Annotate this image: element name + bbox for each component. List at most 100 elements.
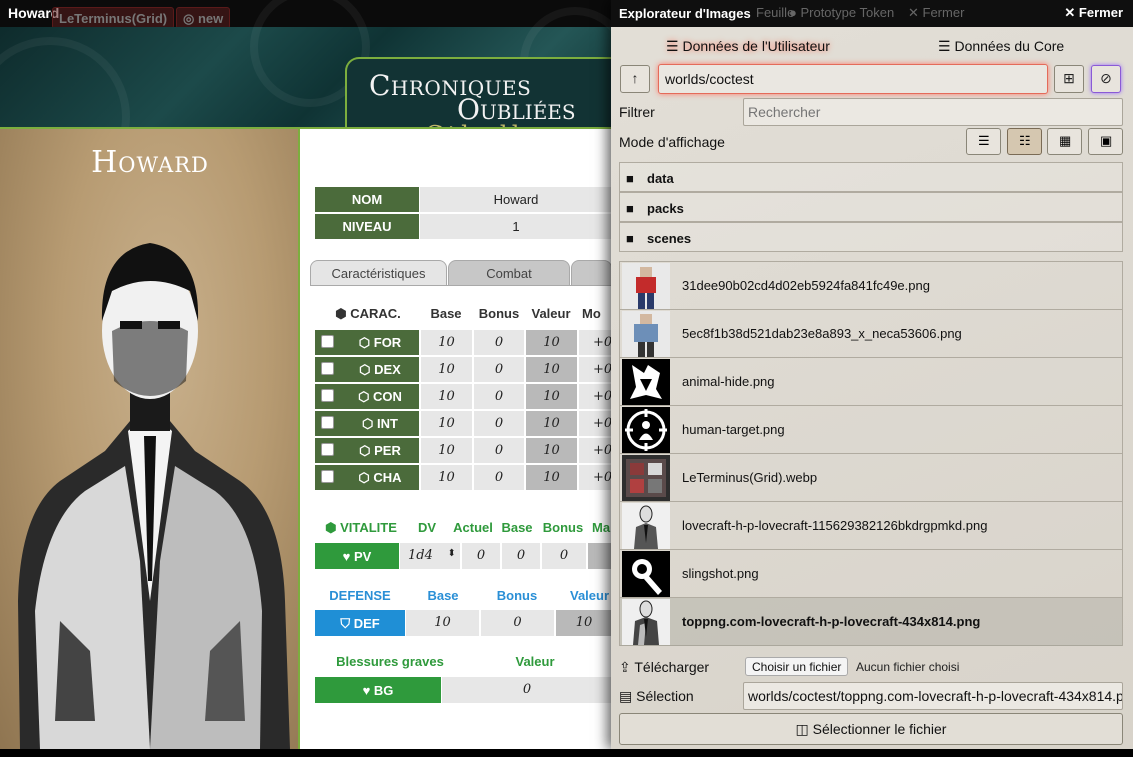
close-icon: ✕ <box>1064 5 1076 20</box>
defense-base-header: Base <box>427 588 459 603</box>
carac-header-label: CARAC. <box>350 306 401 321</box>
grid-icon: ▦ <box>1059 133 1072 148</box>
stat-base[interactable]: 10 <box>421 357 472 382</box>
def-base[interactable]: 10 <box>406 610 479 636</box>
pv-actuel[interactable]: 0 <box>462 543 500 569</box>
pv-base[interactable]: 0 <box>502 543 540 569</box>
scene-tab[interactable]: LeTerminus(Grid) <box>52 7 175 29</box>
stat-name: DEX <box>374 362 401 377</box>
display-mode-images-button[interactable]: ▣ <box>1088 128 1123 155</box>
stat-checkbox[interactable] <box>321 416 334 429</box>
stat-bonus[interactable]: 0 <box>474 465 524 490</box>
picker-close-button[interactable]: ✕ Fermer <box>1064 5 1123 21</box>
def-bonus[interactable]: 0 <box>481 610 554 636</box>
source-tab-core[interactable]: ☰ Données du Core <box>938 38 1064 55</box>
character-portrait[interactable]: Howard <box>0 127 300 749</box>
tab-more[interactable] <box>571 260 612 286</box>
stat-label-for[interactable]: ⬡ FOR <box>315 330 419 355</box>
tab-combat[interactable]: Combat <box>448 260 570 286</box>
sheet-body: NOM Howard NIVEAU 1 Caractéristiques Com… <box>300 127 612 749</box>
stat-bonus[interactable]: 0 <box>474 384 524 409</box>
directory-row[interactable]: ■ data <box>619 162 1123 192</box>
parent-directory-button[interactable]: ↑ <box>620 65 650 93</box>
file-row[interactable]: LeTerminus(Grid).webp <box>620 454 1122 502</box>
bg-label-text: BG <box>373 683 394 698</box>
bg-value[interactable]: 0 <box>442 677 612 703</box>
folder-icon: ■ <box>626 171 634 186</box>
vitalite-header-label: VITALITE <box>340 520 397 535</box>
file-list[interactable]: 31dee90b02cd4d02eb5924fa841fc49e.png 5ec… <box>619 261 1123 646</box>
toggle-privacy-button[interactable]: ⊘ <box>1091 65 1121 93</box>
file-row-selected[interactable]: toppng.com-lovecraft-h-p-lovecraft-434x8… <box>620 598 1122 646</box>
stat-base[interactable]: 10 <box>421 384 472 409</box>
search-input[interactable] <box>743 98 1123 126</box>
dice-icon: ⬡ <box>359 443 375 458</box>
create-folder-button[interactable]: ⊞ <box>1054 65 1084 93</box>
def-label: ⛉ DEF <box>315 610 405 636</box>
new-tab[interactable]: ◎ new <box>176 7 231 29</box>
stat-bonus[interactable]: 0 <box>474 438 524 463</box>
lovecraft-figure-image <box>18 243 290 749</box>
file-row[interactable]: animal-hide.png <box>620 358 1122 406</box>
display-mode-tiles-button[interactable]: ▦ <box>1047 128 1082 155</box>
directory-name: scenes <box>647 231 692 246</box>
stat-label-per[interactable]: ⬡ PER <box>315 438 419 463</box>
file-row[interactable]: 5ec8f1b38d521dab23e8a893_x_neca53606.png <box>620 310 1122 358</box>
stat-bonus[interactable]: 0 <box>474 330 524 355</box>
file-row[interactable]: human-target.png <box>620 406 1122 454</box>
display-mode-list-button[interactable]: ☰ <box>966 128 1001 155</box>
directory-name: packs <box>647 201 684 216</box>
niveau-label: NIVEAU <box>315 214 419 239</box>
source-tab-user[interactable]: ☰ Données de l'Utilisateur <box>666 38 830 55</box>
stat-base[interactable]: 10 <box>421 411 472 436</box>
stat-checkbox[interactable] <box>321 335 334 348</box>
defense-valeur-header: Valeur <box>570 588 610 603</box>
display-mode-label: Mode d'affichage <box>619 134 725 150</box>
dice-icon: ⬡ <box>358 389 374 404</box>
defense-bonus-header: Bonus <box>496 588 538 603</box>
picker-header[interactable]: Explorateur d'Images Feuille ● Prototype… <box>611 0 1133 27</box>
stat-mod: +0 <box>579 438 612 463</box>
path-input[interactable]: worlds/coctest <box>658 64 1048 94</box>
nom-value[interactable]: Howard <box>420 187 612 212</box>
display-mode-thumbs-button[interactable]: ☷ <box>1007 128 1042 155</box>
stat-label-dex[interactable]: ⬡ DEX <box>315 357 419 382</box>
stat-base[interactable]: 10 <box>421 438 472 463</box>
selection-input[interactable]: worlds/coctest/toppng.com-lovecraft-h-p-… <box>743 682 1123 710</box>
tab-caracteristiques[interactable]: Caractéristiques <box>310 260 447 286</box>
stat-bonus[interactable]: 0 <box>474 357 524 382</box>
actuel-header: Actuel <box>453 520 493 535</box>
stat-checkbox[interactable] <box>321 362 334 375</box>
stat-valeur: 10 <box>526 384 577 409</box>
file-row[interactable]: slingshot.png <box>620 550 1122 598</box>
file-row[interactable]: lovecraft-h-p-lovecraft-115629382126bkdr… <box>620 502 1122 550</box>
stat-checkbox[interactable] <box>321 443 334 456</box>
directory-row[interactable]: ■ scenes <box>619 222 1123 252</box>
niveau-value[interactable]: 1 <box>420 214 612 239</box>
stat-label-cha[interactable]: ⬡ CHA <box>315 465 419 490</box>
stat-checkbox[interactable] <box>321 470 334 483</box>
file-row[interactable]: 31dee90b02cd4d02eb5924fa841fc49e.png <box>620 262 1122 310</box>
pv-label: ♥ PV <box>315 543 399 569</box>
pv-bonus[interactable]: 0 <box>542 543 586 569</box>
dv-select[interactable]: 1d4 ⬍ <box>400 543 460 569</box>
ghost-token-label: Prototype Token <box>800 5 895 20</box>
directory-row[interactable]: ■ packs <box>619 192 1123 222</box>
ghost-close-label: Fermer <box>922 5 965 20</box>
stat-label-con[interactable]: ⬡ CON <box>315 384 419 409</box>
carac-mod-header: Mo <box>582 306 601 321</box>
stat-bonus[interactable]: 0 <box>474 411 524 436</box>
file-thumbnail <box>622 263 670 309</box>
file-thumbnail <box>622 407 670 453</box>
select-file-button[interactable]: ◫ Sélectionner le fichier <box>619 713 1123 745</box>
stat-name: INT <box>377 416 398 431</box>
stat-name: FOR <box>373 335 402 350</box>
file-name: 5ec8f1b38d521dab23e8a893_x_neca53606.png <box>682 326 962 341</box>
stat-base[interactable]: 10 <box>421 330 472 355</box>
choose-file-button[interactable]: Choisir un fichier <box>745 657 849 676</box>
folder-icon: ■ <box>626 201 634 216</box>
stat-base[interactable]: 10 <box>421 465 472 490</box>
stat-mod: +0 <box>579 330 612 355</box>
stat-checkbox[interactable] <box>321 389 334 402</box>
stat-label-int[interactable]: ⬡ INT <box>315 411 419 436</box>
